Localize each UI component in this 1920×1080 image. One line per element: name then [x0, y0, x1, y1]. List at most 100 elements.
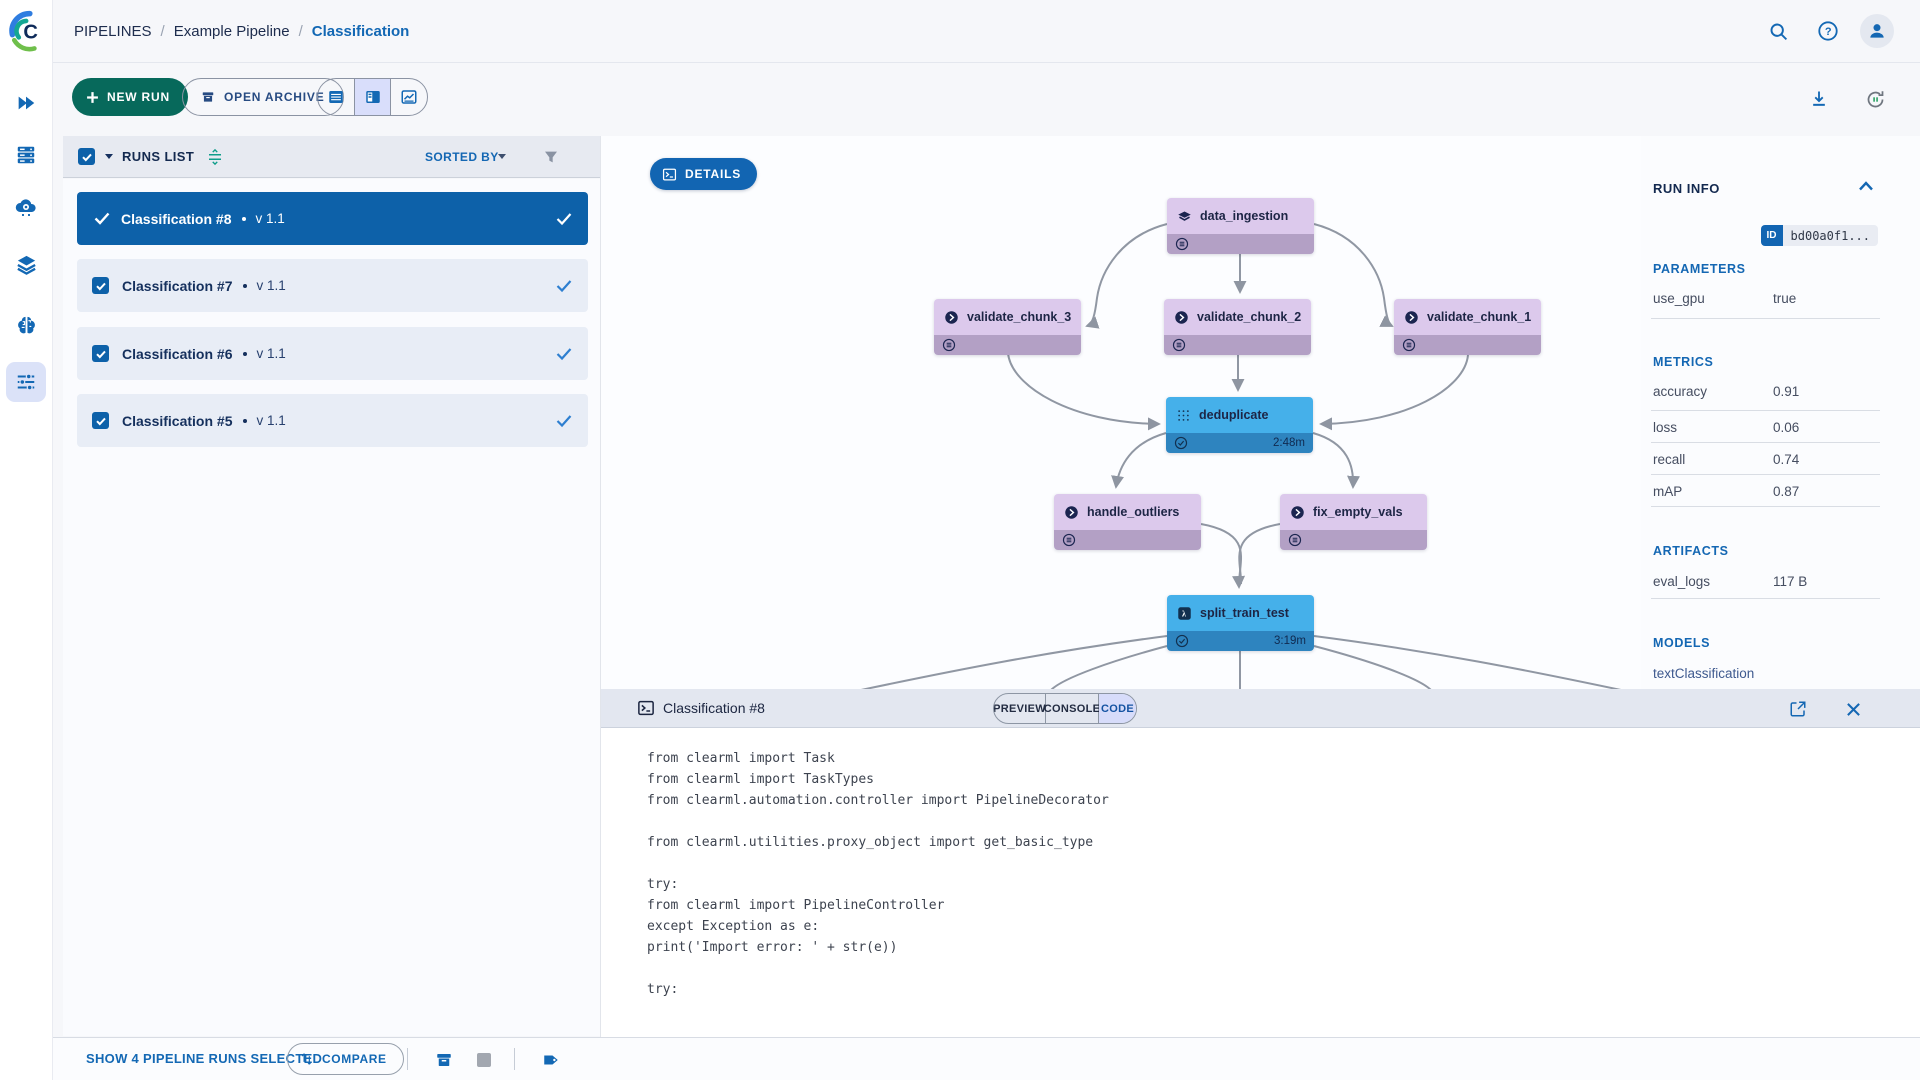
archive-icon	[201, 90, 215, 104]
help-button[interactable]: ?	[1811, 14, 1845, 48]
run-version: v 1.1	[257, 278, 286, 293]
archive-runs-button[interactable]	[431, 1047, 457, 1073]
run-version: v 1.1	[257, 346, 286, 361]
compare-button[interactable]: COMPARE	[287, 1043, 404, 1075]
run-checkbox[interactable]	[92, 345, 109, 362]
collapse-chevron-icon[interactable]	[1858, 181, 1874, 191]
auto-refresh-button[interactable]	[1860, 84, 1890, 114]
node-header: handle_outliers	[1054, 494, 1201, 530]
filter-funnel-icon[interactable]	[543, 149, 559, 165]
run-name: Classification #7	[122, 278, 233, 294]
run-status-check-icon	[556, 279, 572, 292]
search-button[interactable]	[1761, 14, 1795, 48]
run-status-check-icon	[556, 414, 572, 427]
archive-icon	[435, 1051, 453, 1069]
terminal-icon	[637, 699, 655, 717]
abort-runs-button[interactable]	[471, 1047, 497, 1073]
split-view-toggle[interactable]	[355, 79, 392, 115]
server-icon	[15, 144, 37, 166]
run-checkbox[interactable]	[92, 412, 109, 429]
pipelines-icon	[15, 371, 37, 393]
details-button[interactable]: DETAILS	[650, 158, 757, 190]
run-name: Classification #5	[122, 413, 233, 429]
pipeline-dag-canvas[interactable]: DETAILS data_ingestion	[601, 136, 1641, 689]
completed-check-icon	[1175, 634, 1189, 648]
metric-key: mAP	[1653, 484, 1682, 499]
sidebar-item-models[interactable]	[6, 305, 46, 345]
code-viewer[interactable]: from clearml import Task from clearml im…	[647, 748, 1109, 1000]
node-label: handle_outliers	[1087, 505, 1179, 519]
node-validate-chunk-1[interactable]: validate_chunk_1	[1394, 299, 1541, 355]
download-button[interactable]	[1804, 84, 1834, 114]
sidebar-item-pipelines[interactable]	[6, 362, 46, 402]
breadcrumb-pipelines[interactable]: PIPELINES	[74, 23, 152, 40]
node-label: split_train_test	[1200, 606, 1289, 620]
drawer-title: Classification #8	[663, 700, 765, 716]
node-fix-empty-vals[interactable]: fix_empty_vals	[1280, 494, 1427, 550]
run-separator-dot	[242, 217, 246, 221]
chart-view-icon	[400, 88, 418, 106]
queued-icon	[1175, 237, 1189, 251]
run-version: v 1.1	[256, 211, 285, 226]
add-tag-button[interactable]	[538, 1047, 564, 1073]
select-dropdown-caret-icon[interactable]	[104, 153, 114, 160]
clearml-logo[interactable]: C	[6, 9, 50, 53]
run-version: v 1.1	[257, 413, 286, 428]
run-row-classification-7[interactable]: Classification #7 v 1.1	[77, 259, 588, 312]
check-icon	[95, 348, 107, 360]
node-deduplicate[interactable]: deduplicate 2:48m	[1166, 397, 1313, 453]
layers-icon	[15, 253, 38, 276]
brain-icon	[15, 314, 38, 337]
dedup-dots-icon	[1176, 408, 1191, 423]
node-validate-chunk-2[interactable]: validate_chunk_2	[1164, 299, 1311, 355]
metric-value: 0.87	[1773, 484, 1799, 499]
view-toggle-group	[317, 78, 428, 116]
selected-check-icon[interactable]	[94, 212, 110, 225]
sorted-by-button[interactable]: SORTED BY	[425, 150, 499, 164]
completed-check-icon	[1174, 436, 1188, 450]
section-models: MODELS	[1653, 636, 1710, 650]
table-view-toggle[interactable]	[318, 79, 355, 115]
run-row-classification-8[interactable]: Classification #8 v 1.1	[77, 192, 588, 245]
param-key: use_gpu	[1653, 291, 1705, 306]
sidebar-item-data-processing[interactable]	[6, 188, 46, 228]
row-divider	[1651, 318, 1880, 319]
sort-caret-icon[interactable]	[497, 153, 507, 160]
node-split-train-test[interactable]: λ split_train_test 3:19m	[1167, 595, 1314, 651]
chart-view-toggle[interactable]	[391, 79, 427, 115]
node-data-ingestion[interactable]: data_ingestion	[1167, 198, 1314, 254]
node-status-bar	[1054, 530, 1201, 550]
artifact-value: 117 B	[1773, 574, 1807, 589]
run-row-classification-6[interactable]: Classification #6 v 1.1	[77, 327, 588, 380]
node-handle-outliers[interactable]: handle_outliers	[1054, 494, 1201, 550]
open-in-new-button[interactable]	[1786, 697, 1810, 721]
tune-columns-icon[interactable]	[206, 148, 224, 166]
node-label: validate_chunk_3	[967, 310, 1071, 324]
footer-divider	[407, 1048, 408, 1070]
runs-list-header: RUNS LIST SORTED BY	[63, 136, 600, 178]
tab-console[interactable]: CONSOLE	[1046, 694, 1099, 723]
model-link[interactable]: textClassification	[1653, 666, 1754, 681]
row-divider	[1651, 410, 1880, 411]
sidebar-item-projects[interactable]	[6, 83, 46, 123]
run-row-classification-5[interactable]: Classification #5 v 1.1	[77, 394, 588, 447]
new-run-button[interactable]: NEW RUN	[72, 78, 188, 116]
node-header: fix_empty_vals	[1280, 494, 1427, 530]
row-divider	[1651, 598, 1880, 599]
sidebar-item-datasets[interactable]	[6, 244, 46, 284]
user-avatar[interactable]	[1860, 14, 1894, 48]
open-archive-label: OPEN ARCHIVE	[224, 90, 325, 104]
close-drawer-button[interactable]	[1841, 697, 1865, 721]
select-all-checkbox[interactable]	[78, 148, 95, 165]
tab-code[interactable]: CODE	[1099, 694, 1136, 723]
breadcrumb-project[interactable]: Example Pipeline	[174, 23, 290, 40]
clearml-logo-icon: C	[6, 9, 50, 53]
runs-list: Classification #8 v 1.1 Classification #…	[63, 179, 600, 1036]
run-id-chip[interactable]: ID bd00a0f1...	[1761, 225, 1878, 246]
run-checkbox[interactable]	[92, 277, 109, 294]
tab-preview[interactable]: PREVIEW	[994, 694, 1046, 723]
table-view-icon	[327, 88, 345, 106]
sidebar-item-workers[interactable]	[6, 135, 46, 175]
run-separator-dot	[243, 284, 247, 288]
node-validate-chunk-3[interactable]: validate_chunk_3	[934, 299, 1081, 355]
